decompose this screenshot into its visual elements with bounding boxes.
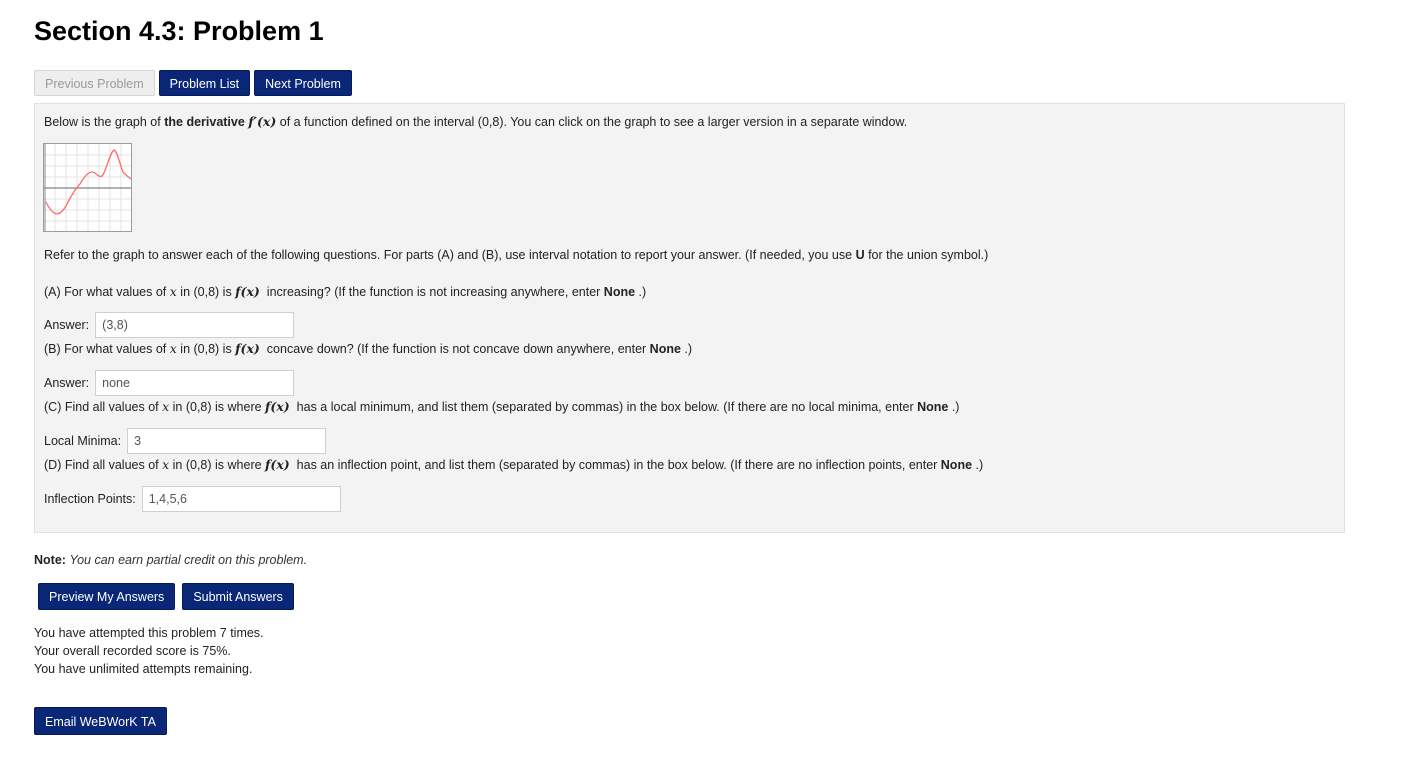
question-b: (B) For what values of x in (0,8) is f(x… <box>44 341 693 356</box>
problem-nav: Previous Problem Problem List Next Probl… <box>34 70 352 96</box>
answer-b-input[interactable] <box>95 370 295 396</box>
question-a: (A) For what values of x in (0,8) is f(x… <box>44 284 647 299</box>
answer-b-row: Answer: <box>44 370 295 396</box>
question-c: (C) Find all values of x in (0,8) is whe… <box>44 399 960 414</box>
inflection-points-input[interactable] <box>141 486 341 512</box>
local-minima-label: Local Minima: <box>44 434 122 448</box>
email-section: Email WeBWorK TA <box>34 707 167 735</box>
inflection-points-label: Inflection Points: <box>44 492 136 506</box>
answer-a-label: Answer: <box>44 318 90 332</box>
attempt-status: You have attempted this problem 7 times.… <box>34 624 264 678</box>
answer-actions: Preview My Answers Submit Answers <box>38 583 294 610</box>
derivative-graph[interactable] <box>43 143 132 232</box>
score-text: Your overall recorded score is 75%. <box>34 644 231 658</box>
problem-body: Below is the graph of the derivative f′(… <box>34 103 1345 533</box>
page: Section 4.3: Problem 1 Previous Problem … <box>0 0 1401 778</box>
instructions-text: Refer to the graph to answer each of the… <box>44 248 989 262</box>
next-problem-button[interactable]: Next Problem <box>254 70 352 96</box>
partial-credit-note: Note: You can earn partial credit on thi… <box>34 553 308 567</box>
previous-problem-button: Previous Problem <box>34 70 155 96</box>
answer-a-row: Answer: <box>44 312 295 338</box>
graph-image <box>44 144 132 231</box>
problem-list-button[interactable]: Problem List <box>158 70 251 96</box>
page-title: Section 4.3: Problem 1 <box>34 16 324 46</box>
intro-text: Below is the graph of the derivative f′(… <box>44 114 908 129</box>
email-ta-button[interactable]: Email WeBWorK TA <box>34 707 167 735</box>
answer-b-label: Answer: <box>44 376 90 390</box>
local-minima-input[interactable] <box>127 428 327 454</box>
preview-answers-button[interactable]: Preview My Answers <box>38 583 176 610</box>
remaining-text: You have unlimited attempts remaining. <box>34 662 253 676</box>
submit-answers-button[interactable]: Submit Answers <box>182 583 294 610</box>
answer-c-row: Local Minima: <box>44 428 327 454</box>
answer-d-row: Inflection Points: <box>44 486 341 512</box>
question-d: (D) Find all values of x in (0,8) is whe… <box>44 457 984 472</box>
attempts-text: You have attempted this problem 7 times. <box>34 626 264 640</box>
answer-a-input[interactable] <box>95 312 295 338</box>
